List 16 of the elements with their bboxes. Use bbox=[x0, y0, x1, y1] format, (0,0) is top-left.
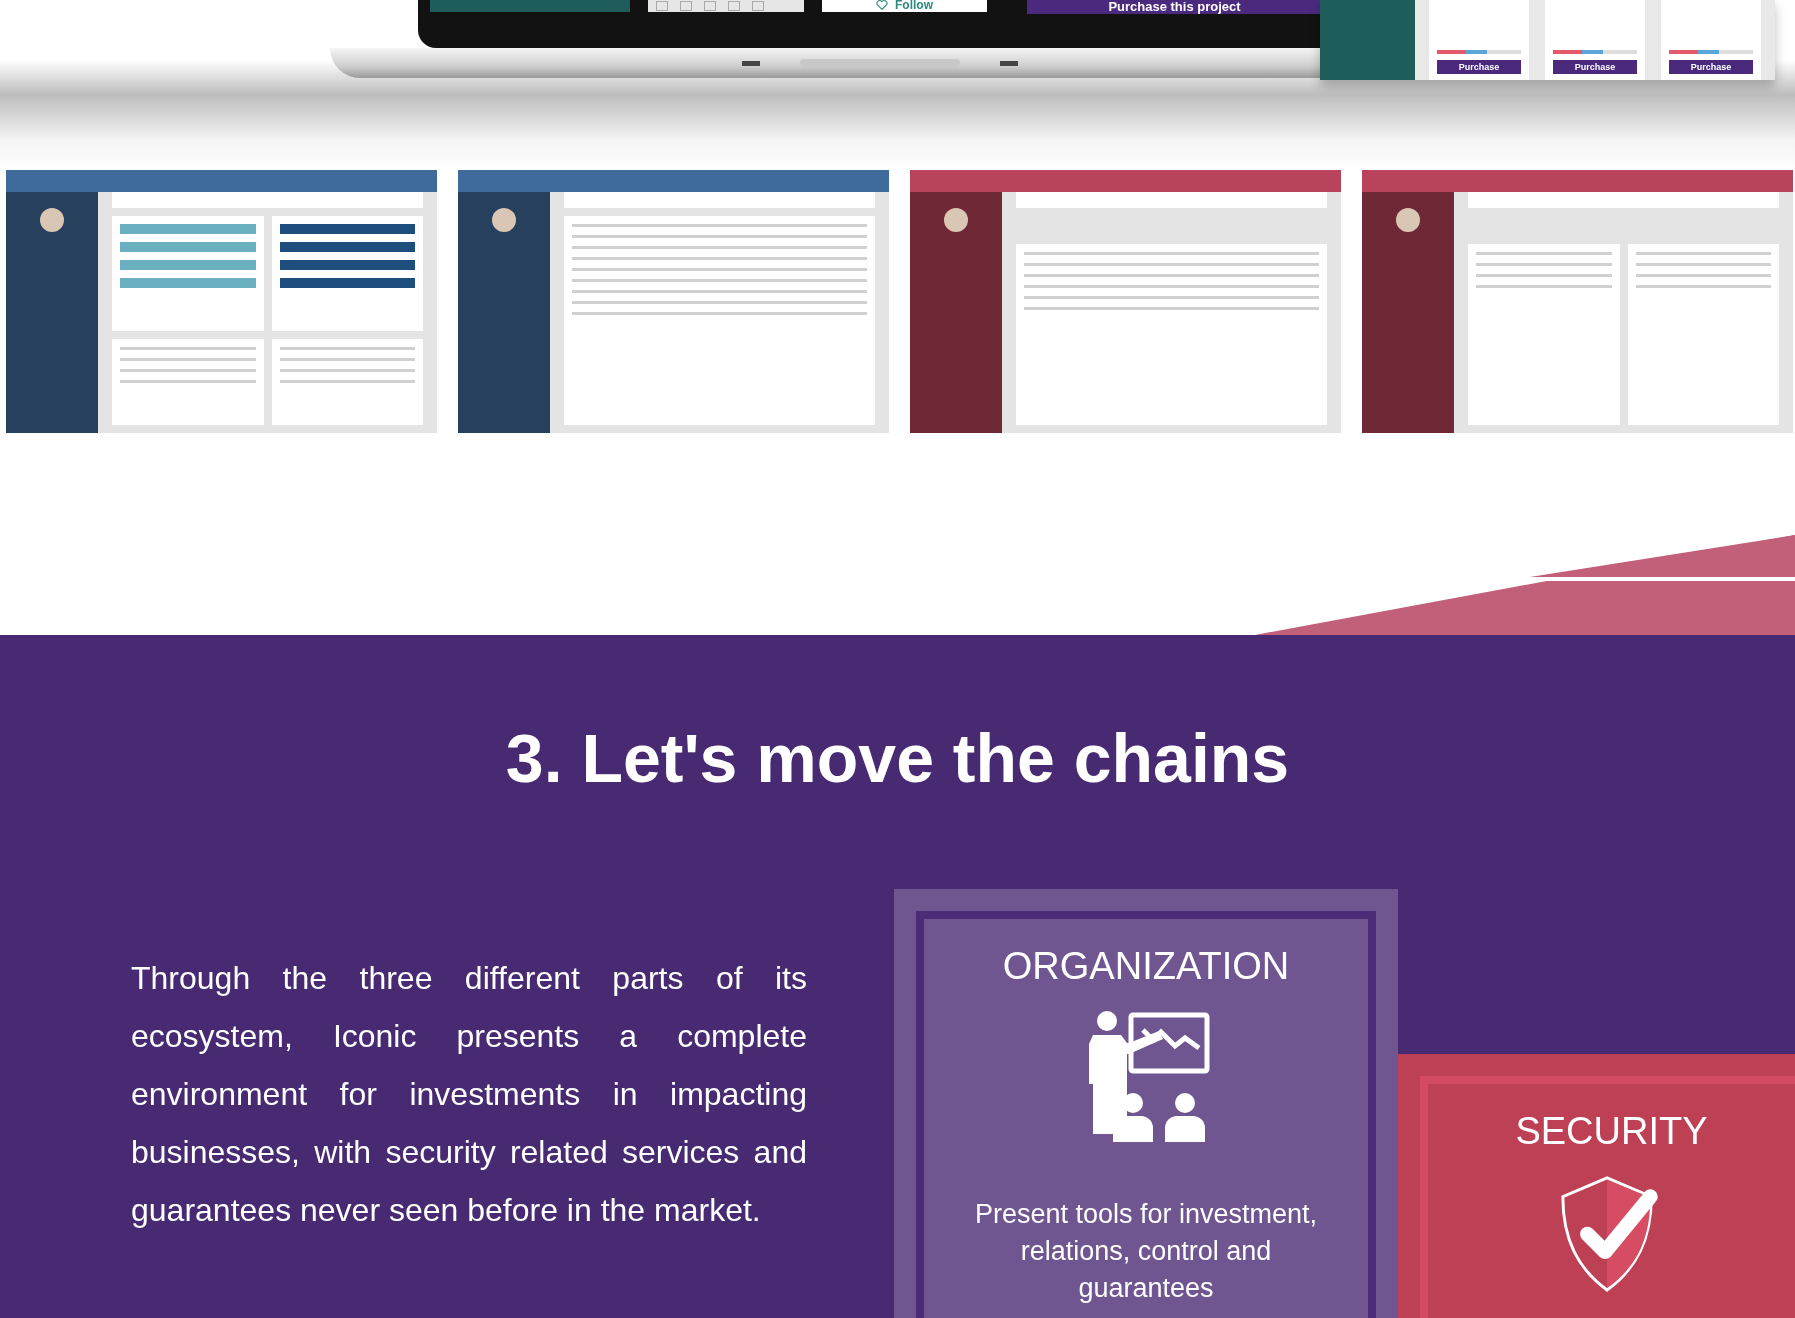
purchase-button[interactable]: Purchase bbox=[1669, 60, 1753, 74]
share-icon[interactable] bbox=[679, 1, 692, 11]
share-icon[interactable] bbox=[727, 1, 740, 11]
heart-icon bbox=[875, 0, 889, 10]
purchase-button[interactable]: Purchase bbox=[1437, 60, 1521, 74]
intro-paragraph: Through the three different parts of its ecosystem, Iconic presents a complete environment for investments in impacting businesses, with security related services and guarantees never seen before in the market. bbox=[131, 959, 807, 1230]
purchase-button[interactable]: Purchase this project bbox=[1026, 0, 1323, 14]
card-description: Present tools for investment, relations, control and guarantees bbox=[973, 1198, 1319, 1305]
follow-button[interactable]: Follow bbox=[821, 0, 987, 12]
share-icon[interactable] bbox=[655, 1, 668, 11]
card-title: SECURITY bbox=[1515, 1110, 1708, 1153]
section-title: 3. Let's move the chains bbox=[504, 719, 1291, 797]
card-title: ORGANIZATION bbox=[1002, 945, 1290, 988]
share-icon[interactable] bbox=[751, 1, 764, 11]
share-icon[interactable] bbox=[703, 1, 716, 11]
purchase-button[interactable]: Purchase bbox=[1553, 60, 1637, 74]
